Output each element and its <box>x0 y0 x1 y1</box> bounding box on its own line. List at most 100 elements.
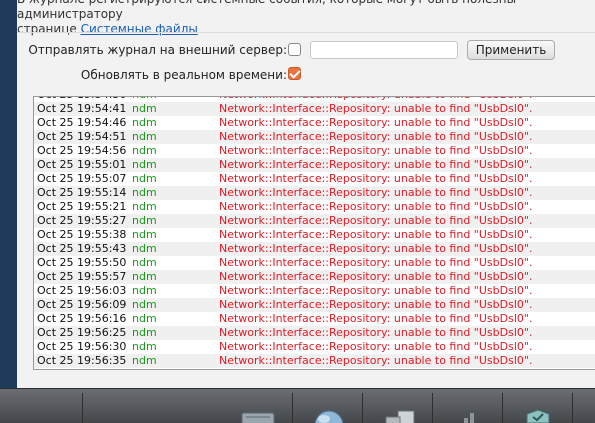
log-message: Network::Interface::Repository: unable t… <box>219 326 533 339</box>
log-row: Oct 25 19:55:14 ndm Network::Interface::Re… <box>34 186 595 200</box>
log-row: Oct 25 19:55:27 ndm Network::Interface::Re… <box>34 214 595 228</box>
network-icon[interactable] <box>382 409 422 423</box>
log-source: ndm <box>132 116 157 129</box>
log-source: ndm <box>132 270 157 283</box>
log-time: Oct 25 19:55:14 <box>37 186 127 199</box>
log-message: Network::Interface::Repository: unable t… <box>219 200 533 213</box>
log-row: Oct 25 19:54:41 ndm Network::Interface::Re… <box>34 102 595 116</box>
log-row: Oct 25 19:55:21 ndm Network::Interface::Re… <box>34 200 595 214</box>
globe-icon[interactable] <box>312 409 346 423</box>
log-time: Oct 25 19:56:25 <box>37 326 127 339</box>
log-source: ndm <box>132 214 157 227</box>
log-time: Oct 25 19:55:27 <box>37 214 127 227</box>
log-time: Oct 25 19:54:41 <box>37 102 127 115</box>
taskbar <box>0 388 595 423</box>
log-table[interactable]: Oct 25 19:54:36ndmNetwork::Interface::Re… <box>33 96 595 370</box>
log-time: Oct 25 19:55:43 <box>37 242 127 255</box>
taskbar-separator <box>362 393 363 423</box>
divider <box>17 32 595 33</box>
log-rows: Oct 25 19:54:36ndmNetwork::Interface::Re… <box>34 97 595 368</box>
log-source: ndm <box>132 186 157 199</box>
log-message: Network::Interface::Repository: unable t… <box>219 158 533 171</box>
log-time: Oct 25 19:56:09 <box>37 298 127 311</box>
log-message: Network::Interface::Repository: unable t… <box>219 354 533 367</box>
realtime-update-checkbox[interactable] <box>288 67 301 80</box>
log-time: Oct 25 19:55:01 <box>37 158 127 171</box>
send-to-server-checkbox[interactable] <box>288 43 301 56</box>
log-source: ndm <box>132 326 157 339</box>
server-address-input[interactable] <box>310 41 458 59</box>
apply-button[interactable]: Применить <box>467 40 555 60</box>
shield-icon[interactable] <box>524 409 552 423</box>
log-message: Network::Interface::Repository: unable t… <box>219 130 533 143</box>
log-message: Network::Interface::Repository: unable t… <box>219 340 533 353</box>
description-line-2: странице Системные файлы <box>17 22 587 37</box>
log-time: Oct 25 19:55:50 <box>37 256 127 269</box>
log-time: Oct 25 19:55:38 <box>37 228 127 241</box>
log-source: ndm <box>132 200 157 213</box>
log-time: Oct 25 19:54:46 <box>37 116 127 129</box>
log-source: ndm <box>132 158 157 171</box>
log-source: ndm <box>132 312 157 325</box>
taskbar-separator <box>502 393 503 423</box>
log-time: Oct 25 19:54:56 <box>37 144 127 157</box>
log-row: Oct 25 19:54:46 ndm Network::Interface::Re… <box>34 116 595 130</box>
log-row: Oct 25 19:55:07 ndm Network::Interface::Re… <box>34 172 595 186</box>
log-row: Oct 25 19:55:38 ndm Network::Interface::Re… <box>34 228 595 242</box>
log-row: Oct 25 19:55:50 ndm Network::Interface::Re… <box>34 256 595 270</box>
log-row: Oct 25 19:56:03 ndm Network::Interface::Re… <box>34 284 595 298</box>
log-time: Oct 25 19:55:57 <box>37 270 127 283</box>
log-row: Oct 25 19:55:01 ndm Network::Interface::Re… <box>34 158 595 172</box>
log-message: Network::Interface::Repository: unable t… <box>219 256 533 269</box>
signal-icon[interactable] <box>462 409 482 423</box>
taskbar-separator <box>292 393 293 423</box>
log-source: ndm <box>132 354 157 367</box>
log-message: Network::Interface::Repository: unable t… <box>219 172 533 185</box>
log-row: Oct 25 19:56:35 ndm Network::Interface::Re… <box>34 354 595 368</box>
log-row: Oct 25 19:56:30 ndm Network::Interface::Re… <box>34 340 595 354</box>
description-line-1: В журнале регистрируются системные событ… <box>17 0 516 21</box>
log-time: Oct 25 19:55:21 <box>37 200 127 213</box>
description-prefix: странице <box>17 22 81 36</box>
log-message: Network::Interface::Repository: unable t… <box>219 270 533 283</box>
log-message: Network::Interface::Repository: unable t… <box>219 116 533 129</box>
log-message: Network::Interface::Repository: unable t… <box>219 284 533 297</box>
log-message: Network::Interface::Repository: unable t… <box>219 144 533 157</box>
taskbar-separator <box>82 393 83 423</box>
log-time: Oct 25 19:56:03 <box>37 284 127 297</box>
keyboard-icon[interactable] <box>240 411 276 423</box>
log-source: ndm <box>132 298 157 311</box>
log-source: ndm <box>132 340 157 353</box>
taskbar-separator <box>432 393 433 423</box>
log-source: ndm <box>132 172 157 185</box>
log-message: Network::Interface::Repository: unable t… <box>219 312 533 325</box>
log-row: Oct 25 19:54:56 ndm Network::Interface::Re… <box>34 144 595 158</box>
log-row: Oct 25 19:56:09 ndm Network::Interface::Re… <box>34 298 595 312</box>
log-message: Network::Interface::Repository: unable t… <box>219 228 533 241</box>
log-time: Oct 25 19:56:16 <box>37 312 127 325</box>
log-source: ndm <box>132 130 157 143</box>
log-time: Oct 25 19:56:35 <box>37 354 127 367</box>
log-row: Oct 25 19:56:25 ndm Network::Interface::Re… <box>34 326 595 340</box>
log-source: ndm <box>132 102 157 115</box>
taskbar-separator <box>572 393 573 423</box>
log-message: Network::Interface::Repository: unable t… <box>219 102 533 115</box>
send-to-server-label: Отправлять журнал на внешний сервер: <box>28 43 287 57</box>
log-time: Oct 25 19:54:51 <box>37 130 127 143</box>
log-message: Network::Interface::Repository: unable t… <box>219 242 533 255</box>
log-time: Oct 25 19:56:30 <box>37 340 127 353</box>
log-row: Oct 25 19:55:57 ndm Network::Interface::Re… <box>34 270 595 284</box>
log-source: ndm <box>132 228 157 241</box>
log-time: Oct 25 19:55:07 <box>37 172 127 185</box>
realtime-update-label: Обновлять в реальном времени: <box>80 68 287 82</box>
log-row: Oct 25 19:56:16 ndm Network::Interface::Re… <box>34 312 595 326</box>
log-row: Oct 25 19:55:43 ndm Network::Interface::Re… <box>34 242 595 256</box>
log-source: ndm <box>132 144 157 157</box>
log-source: ndm <box>132 242 157 255</box>
log-source: ndm <box>132 284 157 297</box>
system-files-link[interactable]: Системные файлы <box>81 22 198 36</box>
log-source: ndm <box>132 256 157 269</box>
log-message: Network::Interface::Repository: unable t… <box>219 186 533 199</box>
log-row: Oct 25 19:54:51 ndm Network::Interface::Re… <box>34 130 595 144</box>
log-message: Network::Interface::Repository: unable t… <box>219 298 533 311</box>
